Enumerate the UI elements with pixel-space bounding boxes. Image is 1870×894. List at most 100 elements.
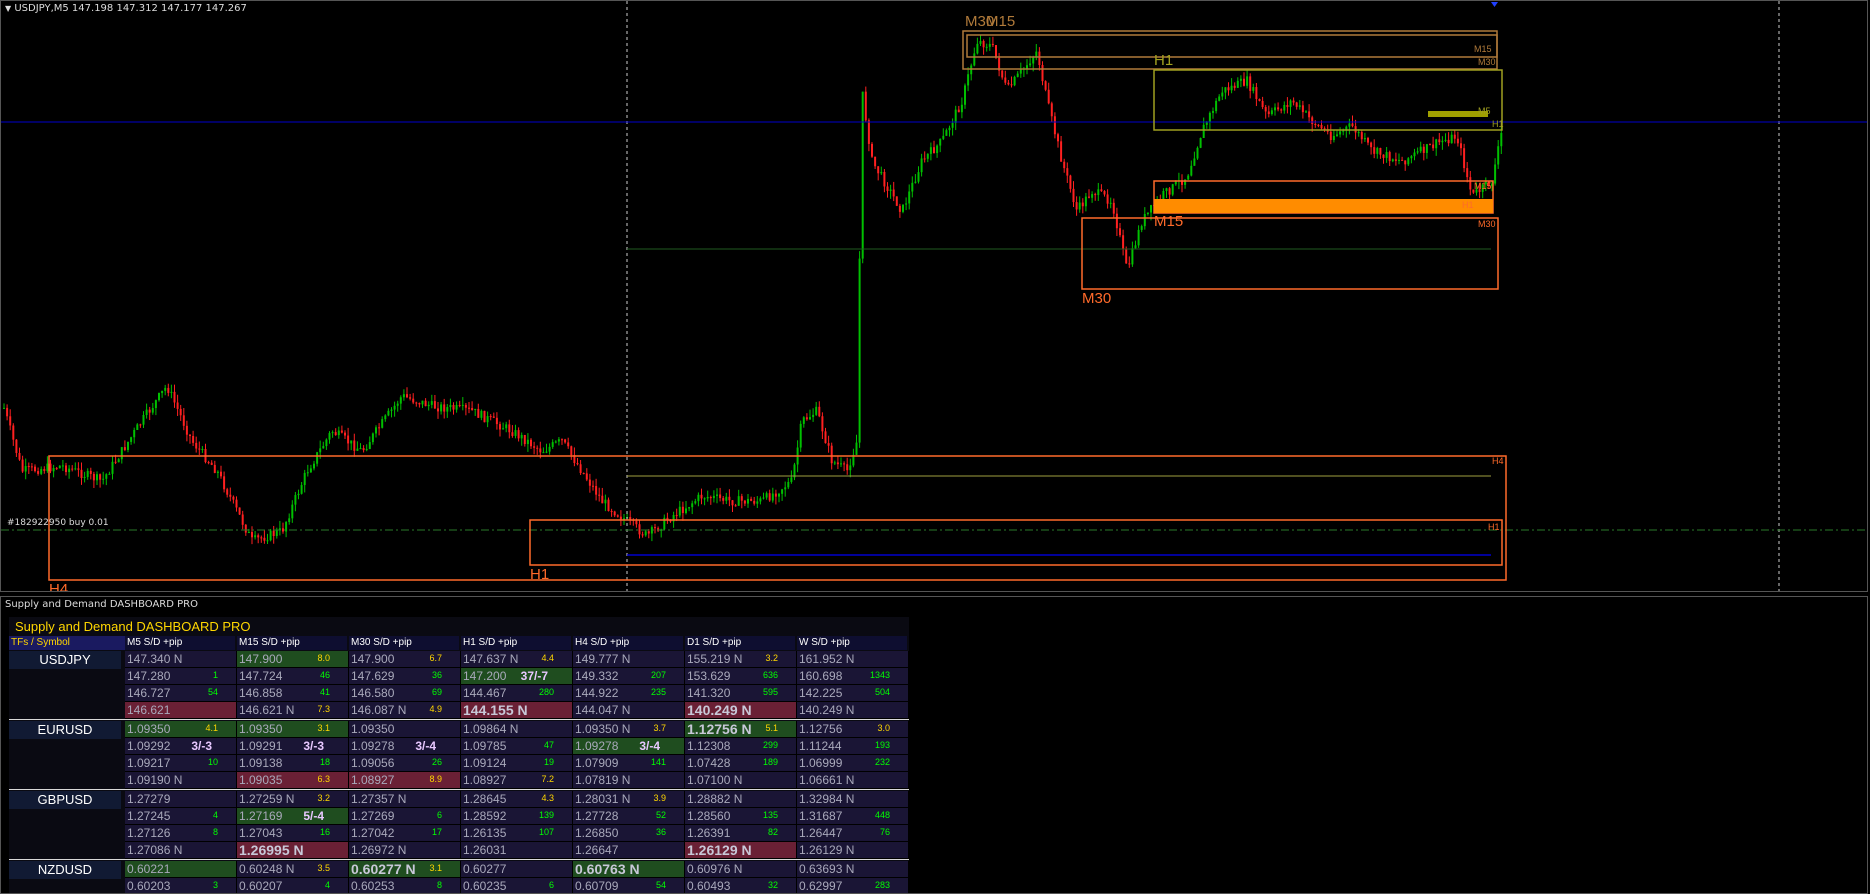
sd-cell[interactable]: 0.60763 N bbox=[573, 861, 685, 878]
sd-cell[interactable]: 0.60493 32 bbox=[685, 878, 797, 893]
sd-cell[interactable]: 147.629 36 bbox=[349, 668, 461, 685]
sd-cell[interactable]: 161.952 N bbox=[797, 651, 909, 668]
sd-cell[interactable]: 1.28645 4.3 bbox=[461, 791, 573, 808]
symbol-label[interactable]: USDJPY bbox=[9, 651, 121, 669]
sd-cell[interactable]: 146.621 bbox=[125, 702, 237, 719]
order-label[interactable]: #182922950 buy 0.01 bbox=[7, 518, 109, 528]
sd-cell[interactable]: 1.07428 189 bbox=[685, 755, 797, 772]
sd-cell[interactable]: 0.62997 283 bbox=[797, 878, 909, 893]
sd-cell[interactable]: 149.332 207 bbox=[573, 668, 685, 685]
sd-cell[interactable]: 1.27728 52 bbox=[573, 808, 685, 825]
sd-cell[interactable]: 147.637 N 4.4 bbox=[461, 651, 573, 668]
sd-cell[interactable]: 1.26129 N bbox=[797, 842, 909, 859]
sd-cell[interactable]: 1.31687 448 bbox=[797, 808, 909, 825]
sd-cell[interactable]: 0.60235 6 bbox=[461, 878, 573, 893]
sd-cell[interactable]: 1.26647 bbox=[573, 842, 685, 859]
sd-cell[interactable]: 1.09278 3/-4 bbox=[349, 738, 461, 755]
sd-cell[interactable]: 1.26995 N bbox=[237, 842, 349, 859]
sd-cell[interactable]: 0.60253 8 bbox=[349, 878, 461, 893]
sd-cell[interactable]: 1.09864 N bbox=[461, 721, 573, 738]
sd-cell[interactable]: 1.07819 N bbox=[573, 772, 685, 789]
sd-cell[interactable]: 0.60221 bbox=[125, 861, 237, 878]
sd-cell[interactable]: 1.26391 82 bbox=[685, 825, 797, 842]
sd-cell[interactable]: 1.09035 6.3 bbox=[237, 772, 349, 789]
sd-cell[interactable]: 147.340 N bbox=[125, 651, 237, 668]
sd-cell[interactable]: 141.320 595 bbox=[685, 685, 797, 702]
sd-cell[interactable]: 0.60277 bbox=[461, 861, 573, 878]
sd-cell[interactable]: 1.11244 193 bbox=[797, 738, 909, 755]
sd-cell[interactable]: 147.900 6.7 bbox=[349, 651, 461, 668]
sd-cell[interactable]: 146.727 54 bbox=[125, 685, 237, 702]
sd-cell[interactable]: 153.629 636 bbox=[685, 668, 797, 685]
sd-cell[interactable]: 1.09350 3.1 bbox=[237, 721, 349, 738]
sd-cell[interactable]: 1.08927 8.9 bbox=[349, 772, 461, 789]
sd-cell[interactable]: 1.07909 141 bbox=[573, 755, 685, 772]
sd-cell[interactable]: 144.047 N bbox=[573, 702, 685, 719]
sd-cell[interactable]: 140.249 N bbox=[797, 702, 909, 719]
sd-cell[interactable]: 0.60277 N 3.1 bbox=[349, 861, 461, 878]
sd-cell[interactable]: 155.219 N 3.2 bbox=[685, 651, 797, 668]
sd-cell[interactable]: 144.467 280 bbox=[461, 685, 573, 702]
sd-cell[interactable]: 1.27043 16 bbox=[237, 825, 349, 842]
sd-cell[interactable]: 0.60248 N 3.5 bbox=[237, 861, 349, 878]
sd-cell[interactable]: 1.12308 299 bbox=[685, 738, 797, 755]
sd-cell[interactable]: 1.27042 17 bbox=[349, 825, 461, 842]
chart-canvas[interactable] bbox=[1, 1, 1868, 592]
sd-cell[interactable]: 1.06999 232 bbox=[797, 755, 909, 772]
sd-cell[interactable]: 0.60709 54 bbox=[573, 878, 685, 893]
sd-cell[interactable]: 1.27126 8 bbox=[125, 825, 237, 842]
sd-cell[interactable]: 1.09217 10 bbox=[125, 755, 237, 772]
sd-cell[interactable]: 1.09138 18 bbox=[237, 755, 349, 772]
sd-cell[interactable]: 1.09785 47 bbox=[461, 738, 573, 755]
sd-cell[interactable]: 160.698 1343 bbox=[797, 668, 909, 685]
sd-cell[interactable]: 1.28031 N 3.9 bbox=[573, 791, 685, 808]
sd-cell[interactable]: 0.60207 4 bbox=[237, 878, 349, 893]
sd-cell[interactable]: 1.27086 N bbox=[125, 842, 237, 859]
chart-menu-arrow-icon[interactable]: ▼ bbox=[5, 4, 11, 13]
sd-cell[interactable]: 1.26129 N bbox=[685, 842, 797, 859]
sd-cell[interactable]: 1.28882 N bbox=[685, 791, 797, 808]
sd-cell[interactable]: 1.26031 bbox=[461, 842, 573, 859]
sd-cell[interactable]: 147.724 46 bbox=[237, 668, 349, 685]
sd-cell[interactable]: 1.27169 5/-4 bbox=[237, 808, 349, 825]
sd-cell[interactable]: 144.922 235 bbox=[573, 685, 685, 702]
symbol-label[interactable]: NZDUSD bbox=[9, 861, 121, 879]
sd-cell[interactable]: 1.08927 7.2 bbox=[461, 772, 573, 789]
sd-cell[interactable]: 1.12756 3.0 bbox=[797, 721, 909, 738]
sd-cell[interactable]: 147.280 1 bbox=[125, 668, 237, 685]
sd-cell[interactable]: 0.63693 N bbox=[797, 861, 909, 878]
sd-cell[interactable]: 140.249 N bbox=[685, 702, 797, 719]
sd-cell[interactable]: 1.09291 3/-3 bbox=[237, 738, 349, 755]
sd-cell[interactable]: 1.26135 107 bbox=[461, 825, 573, 842]
sd-cell[interactable]: 0.60203 3 bbox=[125, 878, 237, 893]
sd-cell[interactable]: 1.07100 N bbox=[685, 772, 797, 789]
sd-cell[interactable]: 1.26447 76 bbox=[797, 825, 909, 842]
sd-cell[interactable]: 1.26972 N bbox=[349, 842, 461, 859]
sd-cell[interactable]: 1.09190 N bbox=[125, 772, 237, 789]
sd-cell[interactable]: 1.09124 19 bbox=[461, 755, 573, 772]
sd-cell[interactable]: 1.09278 3/-4 bbox=[573, 738, 685, 755]
sd-cell[interactable]: 149.777 N bbox=[573, 651, 685, 668]
symbol-label[interactable]: EURUSD bbox=[9, 721, 121, 739]
price-chart[interactable]: ▼ USDJPY,M5 147.198 147.312 147.177 147.… bbox=[0, 0, 1868, 592]
sd-cell[interactable]: 1.09292 3/-3 bbox=[125, 738, 237, 755]
sd-cell[interactable]: 142.225 504 bbox=[797, 685, 909, 702]
sd-cell[interactable]: 146.858 41 bbox=[237, 685, 349, 702]
sd-cell[interactable]: 1.09350 N 3.7 bbox=[573, 721, 685, 738]
sd-cell[interactable]: 1.09350 4.1 bbox=[125, 721, 237, 738]
sd-cell[interactable]: 146.580 69 bbox=[349, 685, 461, 702]
sd-cell[interactable]: 146.621 N 7.3 bbox=[237, 702, 349, 719]
sd-cell[interactable]: 1.27245 4 bbox=[125, 808, 237, 825]
sd-cell[interactable]: 0.60976 N bbox=[685, 861, 797, 878]
sd-cell[interactable]: 147.900 8.0 bbox=[237, 651, 349, 668]
sd-cell[interactable]: 144.155 N bbox=[461, 702, 573, 719]
sd-cell[interactable]: 1.27259 N 3.2 bbox=[237, 791, 349, 808]
sd-cell[interactable]: 146.087 N 4.9 bbox=[349, 702, 461, 719]
sd-cell[interactable]: 1.27279 bbox=[125, 791, 237, 808]
sd-cell[interactable]: 1.27269 6 bbox=[349, 808, 461, 825]
sd-cell[interactable]: 1.28560 135 bbox=[685, 808, 797, 825]
sd-cell[interactable]: 147.200 37/-7 bbox=[461, 668, 573, 685]
sd-cell[interactable]: 1.26850 36 bbox=[573, 825, 685, 842]
symbol-label[interactable]: GBPUSD bbox=[9, 791, 121, 809]
sd-cell[interactable]: 1.12756 N 5.1 bbox=[685, 721, 797, 738]
